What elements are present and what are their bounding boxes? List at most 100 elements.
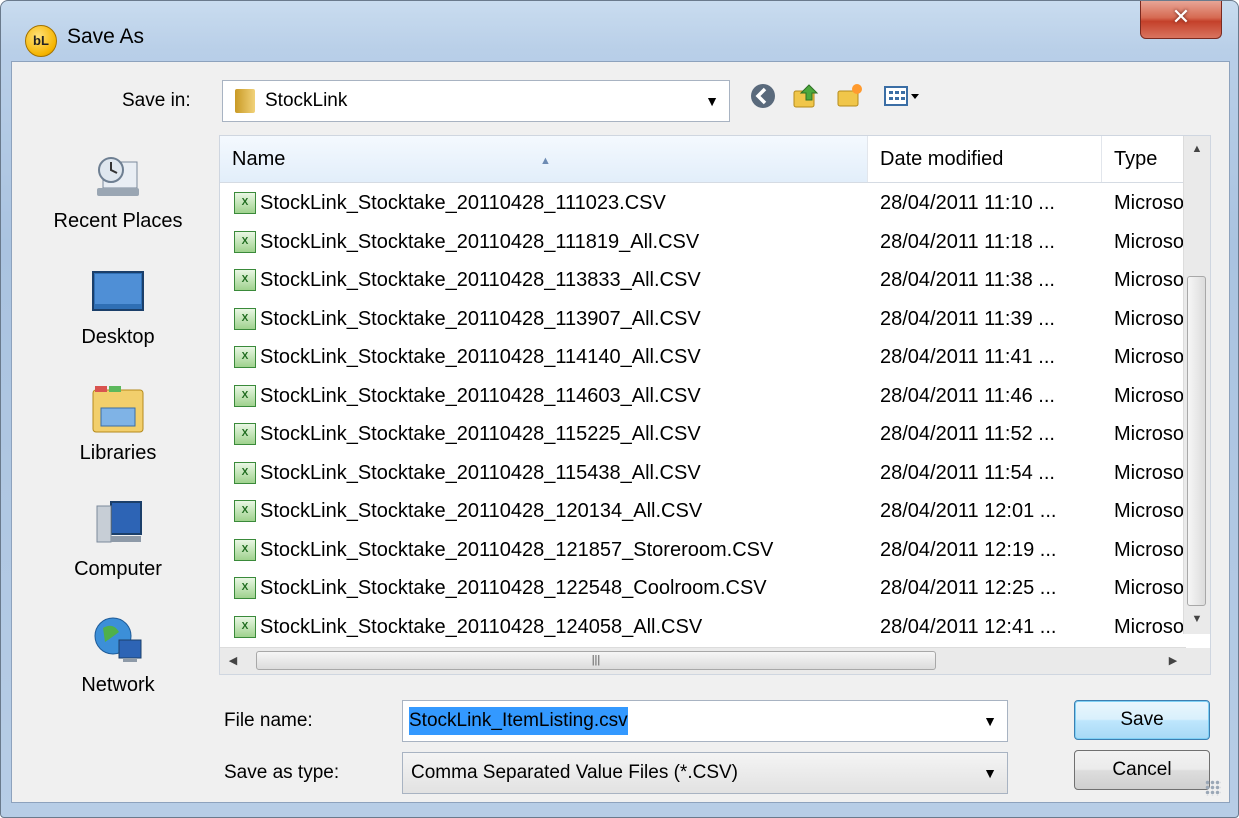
back-icon[interactable] — [748, 82, 778, 112]
date-modified-cell: 28/04/2011 11:39 ... — [880, 307, 1055, 330]
file-row[interactable]: X StockLink_Stocktake_20110428_113833_All… — [220, 261, 1190, 299]
csv-file-icon: X — [234, 538, 256, 561]
close-button[interactable]: ✕ — [1140, 1, 1222, 39]
places-bar: Recent Places Desktop Libraries Computer — [28, 134, 208, 704]
desktop-icon — [89, 264, 147, 322]
place-label: Network — [81, 674, 155, 696]
save-as-dialog: bL Save As ✕ Save in: StockLink ▼ Recent… — [0, 0, 1239, 818]
chevron-down-icon: ▼ — [983, 713, 997, 729]
place-label: Libraries — [79, 442, 157, 464]
file-row[interactable]: X StockLink_Stocktake_20110428_115438_All… — [220, 454, 1190, 492]
sort-ascending-icon: ▲ — [540, 155, 551, 167]
file-name-cell: StockLink_Stocktake_20110428_115225_All.… — [260, 423, 701, 445]
place-label: Recent Places — [53, 210, 183, 232]
file-row[interactable]: X StockLink_Stocktake_20110428_124058_All… — [220, 608, 1190, 646]
file-name-value: StockLink_ItemListing.csv — [409, 707, 628, 735]
file-name-cell: StockLink_Stocktake_20110428_114603_All.… — [260, 384, 701, 407]
scroll-down-icon[interactable]: ▼ — [1184, 606, 1210, 632]
date-modified-cell: 28/04/2011 11:54 ... — [880, 461, 1055, 484]
file-name-cell: StockLink_Stocktake_20110428_115438_All.… — [260, 461, 701, 484]
column-header-name[interactable]: Name ▲ — [220, 136, 868, 182]
date-modified-cell: 28/04/2011 11:46 ... — [880, 384, 1055, 407]
file-row[interactable]: X StockLink_Stocktake_20110428_113907_All… — [220, 300, 1190, 338]
scroll-right-icon[interactable]: ▶ — [1160, 648, 1186, 674]
save-as-type-label: Save as type: — [224, 762, 340, 783]
dialog-title: Save As — [67, 25, 145, 48]
vertical-scrollbar[interactable]: ▲ ▼ — [1183, 136, 1210, 634]
file-name-cell: StockLink_Stocktake_20110428_120134_All.… — [260, 500, 703, 522]
place-label: Computer — [74, 558, 162, 580]
type-cell: Microsoft — [1114, 538, 1190, 561]
type-cell: Microsoft — [1114, 346, 1190, 368]
date-modified-cell: 28/04/2011 11:18 ... — [880, 230, 1055, 253]
type-cell: Microsoft — [1114, 577, 1190, 599]
horizontal-scroll-thumb[interactable]: ||| — [256, 651, 936, 670]
save-as-type-dropdown[interactable]: Comma Separated Value Files (*.CSV) ▼ — [402, 752, 1008, 794]
csv-file-icon: X — [234, 423, 256, 445]
date-modified-cell: 28/04/2011 12:25 ... — [880, 577, 1057, 599]
computer-icon — [89, 496, 147, 554]
column-header-label: Name — [232, 148, 286, 170]
save-in-dropdown[interactable]: StockLink ▼ — [222, 80, 730, 122]
file-name-cell: StockLink_Stocktake_20110428_121857_Stor… — [260, 538, 774, 561]
app-logo-icon: bL — [25, 25, 57, 57]
scroll-up-icon[interactable]: ▲ — [1184, 136, 1210, 162]
csv-file-icon: X — [234, 307, 256, 330]
file-row[interactable]: X StockLink_Stocktake_20110428_120134_All… — [220, 492, 1190, 530]
place-recent-places[interactable]: Recent Places — [28, 148, 208, 233]
file-row[interactable]: X StockLink_Stocktake_20110428_111023.CSV… — [220, 184, 1190, 222]
scroll-left-icon[interactable]: ◀ — [220, 648, 246, 674]
type-cell: Microsoft — [1114, 615, 1190, 638]
column-header-date-modified[interactable]: Date modified — [868, 136, 1102, 182]
file-name-cell: StockLink_Stocktake_20110428_111023.CSV — [260, 192, 666, 214]
horizontal-scrollbar[interactable]: ◀ ||| ▶ — [220, 647, 1186, 674]
file-name-cell: StockLink_Stocktake_20110428_113907_All.… — [260, 307, 701, 330]
file-row[interactable]: X StockLink_Stocktake_20110428_111819_All… — [220, 223, 1190, 261]
type-cell: Microsoft — [1114, 192, 1190, 214]
save-in-value: StockLink — [265, 90, 348, 111]
type-cell: Microsoft — [1114, 423, 1190, 445]
place-network[interactable]: Network — [28, 612, 208, 697]
place-libraries[interactable]: Libraries — [28, 380, 208, 465]
up-folder-icon[interactable] — [790, 82, 820, 112]
folder-icon — [235, 89, 255, 113]
file-row[interactable]: X StockLink_Stocktake_20110428_115225_All… — [220, 415, 1190, 453]
type-cell: Microsoft — [1114, 461, 1190, 484]
column-header-type[interactable]: Type — [1102, 136, 1192, 182]
vertical-scroll-thumb[interactable] — [1187, 276, 1206, 606]
new-folder-icon[interactable] — [834, 82, 864, 112]
file-row[interactable]: X StockLink_Stocktake_20110428_121857_Sto… — [220, 531, 1190, 569]
view-menu-icon[interactable] — [880, 82, 924, 112]
libraries-icon — [89, 380, 147, 438]
place-computer[interactable]: Computer — [28, 496, 208, 581]
save-in-label: Save in: — [122, 90, 191, 111]
resize-grip[interactable] — [1205, 780, 1221, 796]
csv-file-icon: X — [234, 461, 256, 484]
type-cell: Microsoft — [1114, 307, 1190, 330]
file-row[interactable]: X StockLink_Stocktake_20110428_114603_All… — [220, 377, 1190, 415]
cancel-button[interactable]: Cancel — [1074, 750, 1210, 790]
file-name-cell: StockLink_Stocktake_20110428_122548_Cool… — [260, 577, 767, 599]
csv-file-icon: X — [234, 192, 256, 214]
place-label: Desktop — [81, 326, 155, 348]
date-modified-cell: 28/04/2011 12:01 ... — [880, 500, 1057, 522]
chevron-down-icon: ▼ — [983, 765, 997, 781]
csv-file-icon: X — [234, 269, 256, 291]
dialog-body: Save in: StockLink ▼ Recent Places Deskt… — [11, 61, 1230, 803]
file-row[interactable]: X StockLink_Stocktake_20110428_122548_Coo… — [220, 569, 1190, 607]
file-name-cell: StockLink_Stocktake_20110428_111819_All.… — [260, 230, 700, 253]
file-row[interactable]: X StockLink_Stocktake_20110428_114140_All… — [220, 338, 1190, 376]
date-modified-cell: 28/04/2011 11:52 ... — [880, 423, 1055, 445]
date-modified-cell: 28/04/2011 12:19 ... — [880, 538, 1057, 561]
type-cell: Microsoft — [1114, 384, 1190, 407]
csv-file-icon: X — [234, 346, 256, 368]
csv-file-icon: X — [234, 384, 256, 407]
save-button[interactable]: Save — [1074, 700, 1210, 740]
recent-places-icon — [89, 148, 147, 206]
place-desktop[interactable]: Desktop — [28, 264, 208, 349]
file-name-field[interactable]: StockLink_ItemListing.csv ▼ — [402, 700, 1008, 742]
date-modified-cell: 28/04/2011 12:41 ... — [880, 615, 1057, 638]
file-list[interactable]: Name ▲ Date modified Type X StockLink_Sto… — [219, 135, 1211, 675]
column-header-row: Name ▲ Date modified Type — [220, 136, 1184, 183]
save-as-type-value: Comma Separated Value Files (*.CSV) — [411, 762, 738, 783]
